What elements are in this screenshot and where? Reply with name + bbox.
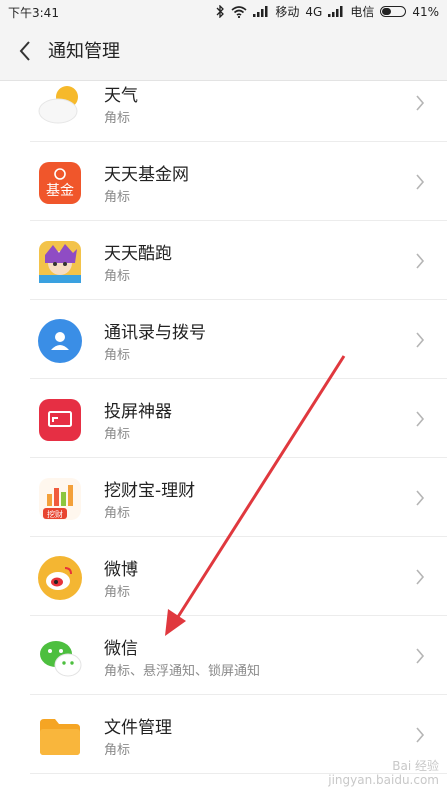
chevron-right-icon bbox=[415, 252, 425, 270]
app-name: 天气 bbox=[104, 86, 138, 106]
app-row-weather[interactable]: 天气 角标 bbox=[0, 63, 447, 142]
chevron-right-icon bbox=[415, 173, 425, 191]
app-row-wacai[interactable]: 挖财 挖财宝-理财 角标 bbox=[0, 458, 447, 537]
battery-icon bbox=[380, 6, 407, 17]
network-type-label: 4G bbox=[305, 4, 323, 19]
wacai-icon-text: 挖财 bbox=[47, 509, 63, 519]
status-bar: 下午3:41 移动 4G 电信 41% bbox=[0, 0, 447, 22]
app-notification-types: 角标 bbox=[104, 506, 131, 521]
app-notification-types: 角标、悬浮通知、锁屏通知 bbox=[104, 664, 261, 679]
app-name: 天天酷跑 bbox=[104, 244, 172, 264]
carrier-1-label: 移动 bbox=[275, 5, 300, 19]
screen-cast-icon bbox=[37, 397, 83, 443]
fund-icon-text: 基金 bbox=[46, 182, 74, 199]
app-notification-types: 角标 bbox=[104, 427, 131, 442]
app-row-contacts[interactable]: 通讯录与拨号 角标 bbox=[0, 300, 447, 379]
app-row-weibo[interactable]: 微博 角标 bbox=[0, 537, 447, 616]
bluetooth-icon bbox=[216, 5, 225, 18]
app-notification-types: 角标 bbox=[104, 190, 131, 205]
contacts-icon bbox=[37, 318, 83, 364]
carrier-2-label: 电信 bbox=[350, 5, 375, 19]
status-time: 下午3:41 bbox=[8, 6, 59, 20]
status-right-group: 移动 4G 电信 41% bbox=[216, 3, 439, 20]
app-row-fund[interactable]: 基金 天天基金网 角标 bbox=[0, 142, 447, 221]
chevron-right-icon bbox=[415, 568, 425, 586]
baidu-watermark: Bai 经验 jingyan.baidu.com bbox=[328, 759, 439, 787]
page-title: 通知管理 bbox=[48, 41, 120, 62]
back-arrow-icon bbox=[19, 41, 30, 61]
chevron-right-icon bbox=[415, 647, 425, 665]
app-notification-types: 角标 bbox=[104, 269, 131, 284]
chevron-right-icon bbox=[415, 94, 425, 112]
chevron-right-icon bbox=[415, 410, 425, 428]
app-name: 微博 bbox=[104, 560, 138, 580]
app-name: 通讯录与拨号 bbox=[104, 323, 206, 343]
parkour-game-icon bbox=[37, 239, 83, 285]
battery-level-fill bbox=[382, 8, 391, 15]
weather-icon bbox=[37, 81, 83, 127]
chevron-right-icon bbox=[415, 489, 425, 507]
app-name: 微信 bbox=[104, 639, 138, 659]
wechat-icon bbox=[37, 634, 83, 680]
signal-icon bbox=[253, 6, 269, 17]
signal-icon bbox=[328, 6, 344, 17]
app-name: 挖财宝-理财 bbox=[104, 481, 196, 501]
app-row-wechat[interactable]: 微信 角标、悬浮通知、锁屏通知 bbox=[0, 616, 447, 695]
app-notification-types: 角标 bbox=[104, 743, 131, 758]
chevron-right-icon bbox=[415, 726, 425, 744]
app-name: 文件管理 bbox=[104, 718, 172, 738]
folder-icon bbox=[37, 713, 83, 759]
battery-percent: 41% bbox=[412, 4, 439, 19]
app-row-screen-cast[interactable]: 投屏神器 角标 bbox=[0, 379, 447, 458]
weibo-icon bbox=[37, 555, 83, 601]
watermark-brand: Bai 经验 bbox=[392, 759, 439, 773]
app-notification-list: 天气 角标 基金 天天基金网 角标 天天酷跑 角标 通讯录与拨号 角标 投屏神器… bbox=[0, 81, 447, 795]
chevron-right-icon bbox=[415, 331, 425, 349]
wifi-icon bbox=[231, 5, 247, 18]
app-row-parkour[interactable]: 天天酷跑 角标 bbox=[0, 221, 447, 300]
app-name: 投屏神器 bbox=[104, 402, 172, 422]
wacai-icon: 挖财 bbox=[37, 476, 83, 522]
app-notification-types: 角标 bbox=[104, 585, 131, 600]
fund-icon: 基金 bbox=[37, 160, 83, 206]
app-name: 天天基金网 bbox=[104, 165, 189, 185]
app-notification-types: 角标 bbox=[104, 111, 131, 126]
watermark-url: jingyan.baidu.com bbox=[328, 773, 439, 787]
back-button[interactable] bbox=[14, 37, 36, 65]
app-notification-types: 角标 bbox=[104, 348, 131, 363]
